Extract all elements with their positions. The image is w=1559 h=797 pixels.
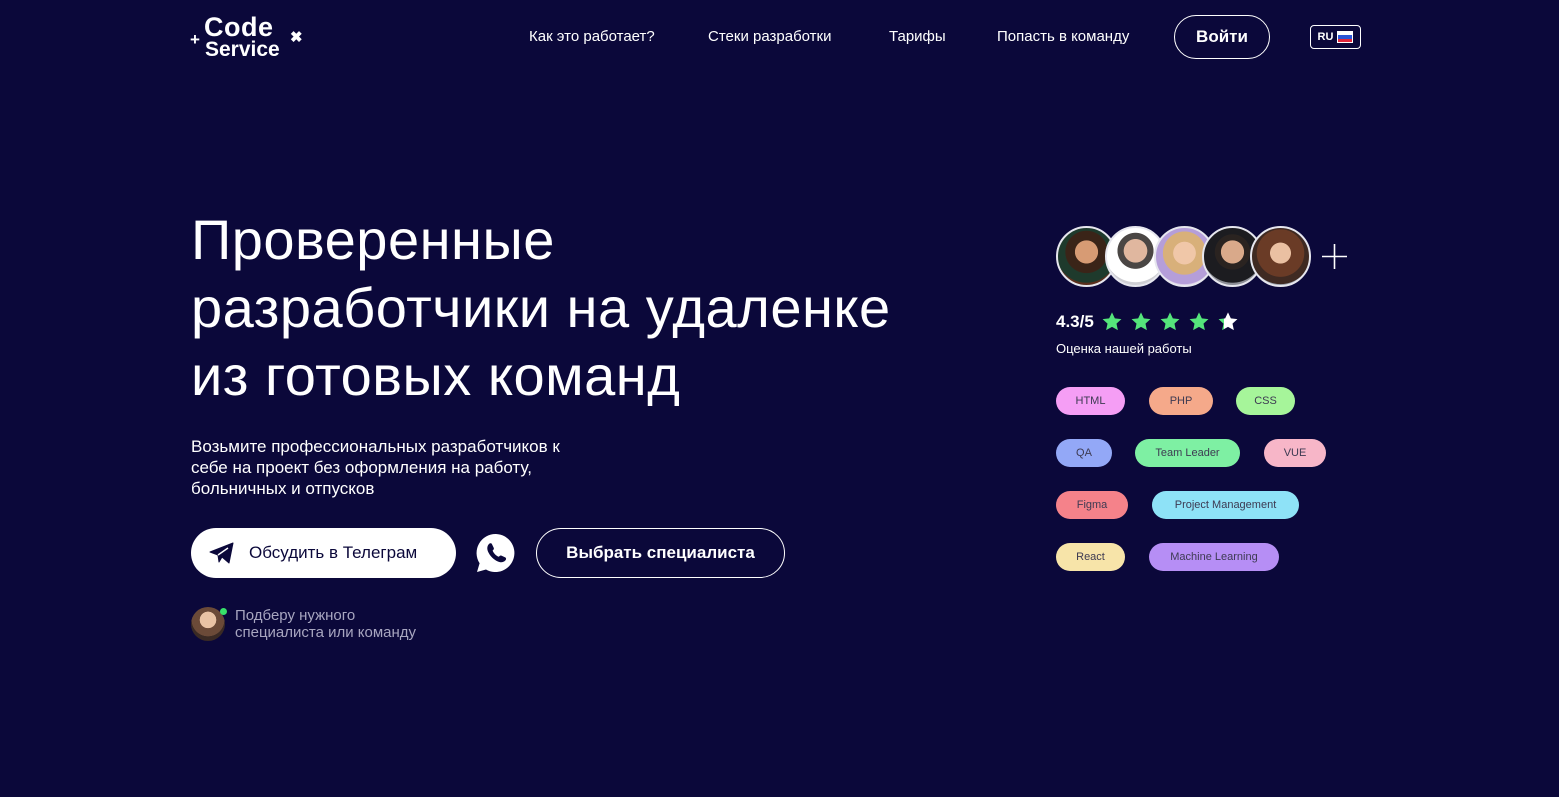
manager-text: Подберу нужного специалиста или команду — [235, 607, 416, 641]
manager-block: Подберу нужного специалиста или команду — [191, 607, 416, 641]
online-status-dot — [220, 608, 227, 615]
hero-subtitle: Возьмите профессиональных разработчиков … — [191, 436, 611, 499]
language-label: RU — [1317, 31, 1334, 43]
manager-avatar — [191, 607, 227, 641]
star-icon — [1102, 312, 1122, 331]
manager-text-line-1: Подберу нужного — [235, 607, 356, 624]
hero-title: Проверенные разработчики на удаленке из … — [191, 206, 991, 410]
nav-dev-stacks[interactable]: Стеки разработки — [708, 27, 831, 47]
telegram-button-label: Обсудить в Телеграм — [249, 543, 418, 562]
telegram-button[interactable]: Обсудить в Телеграм — [191, 528, 456, 578]
rating: 4.3/5 — [1056, 311, 1246, 333]
telegram-icon — [209, 542, 234, 564]
login-button[interactable]: Войти — [1174, 15, 1270, 59]
logo-plus-icon: + — [190, 30, 200, 49]
manager-text-line-2: специалиста или команду — [235, 624, 417, 641]
nav-join-team[interactable]: Попасть в команду — [997, 27, 1129, 47]
russia-flag-icon — [1337, 31, 1354, 43]
tag-team-leader[interactable]: Team Leader — [1135, 439, 1240, 467]
tag-php[interactable]: PHP — [1149, 387, 1213, 415]
language-switcher[interactable]: RU — [1310, 25, 1361, 49]
tag-html[interactable]: HTML — [1056, 387, 1125, 415]
hero-subtitle-line-1: Возьмите профессиональных разработчиков … — [191, 437, 560, 456]
nav-how-it-works[interactable]: Как это работает? — [529, 27, 655, 47]
rating-label: Оценка нашей работы — [1056, 341, 1192, 356]
logo-x-icon: ✖ — [290, 29, 303, 46]
star-icon — [1160, 312, 1180, 331]
tag-react[interactable]: React — [1056, 543, 1125, 571]
hero-title-line-3: из готовых команд — [191, 344, 681, 407]
rating-value: 4.3/5 — [1056, 312, 1094, 331]
choose-specialist-button[interactable]: Выбрать специалиста — [536, 528, 785, 578]
tag-figma[interactable]: Figma — [1056, 491, 1128, 519]
hero-subtitle-line-2: себе на проект без оформления на работу, — [191, 458, 532, 477]
hero-title-line-1: Проверенные — [191, 208, 555, 271]
hero-title-line-2: разработчики на удаленке — [191, 276, 891, 339]
tag-vue[interactable]: VUE — [1264, 439, 1326, 467]
avatar — [1250, 226, 1311, 287]
star-icon — [1189, 312, 1209, 331]
page: + Code Service ✖ Как это работает? Стеки… — [0, 0, 1559, 797]
tag-machine-learning[interactable]: Machine Learning — [1149, 543, 1279, 571]
hero-subtitle-line-3: больничных и отпусков — [191, 479, 375, 498]
tag-project-management[interactable]: Project Management — [1152, 491, 1299, 519]
logo[interactable]: + Code Service ✖ — [190, 12, 305, 62]
star-icon — [1131, 312, 1151, 331]
star-half-icon — [1218, 312, 1238, 331]
plus-icon[interactable] — [1322, 244, 1347, 269]
tag-css[interactable]: CSS — [1236, 387, 1295, 415]
logo-service-text: Service — [205, 38, 280, 61]
tag-qa[interactable]: QA — [1056, 439, 1112, 467]
whatsapp-icon[interactable] — [475, 532, 517, 574]
nav-pricing[interactable]: Тарифы — [889, 27, 946, 47]
